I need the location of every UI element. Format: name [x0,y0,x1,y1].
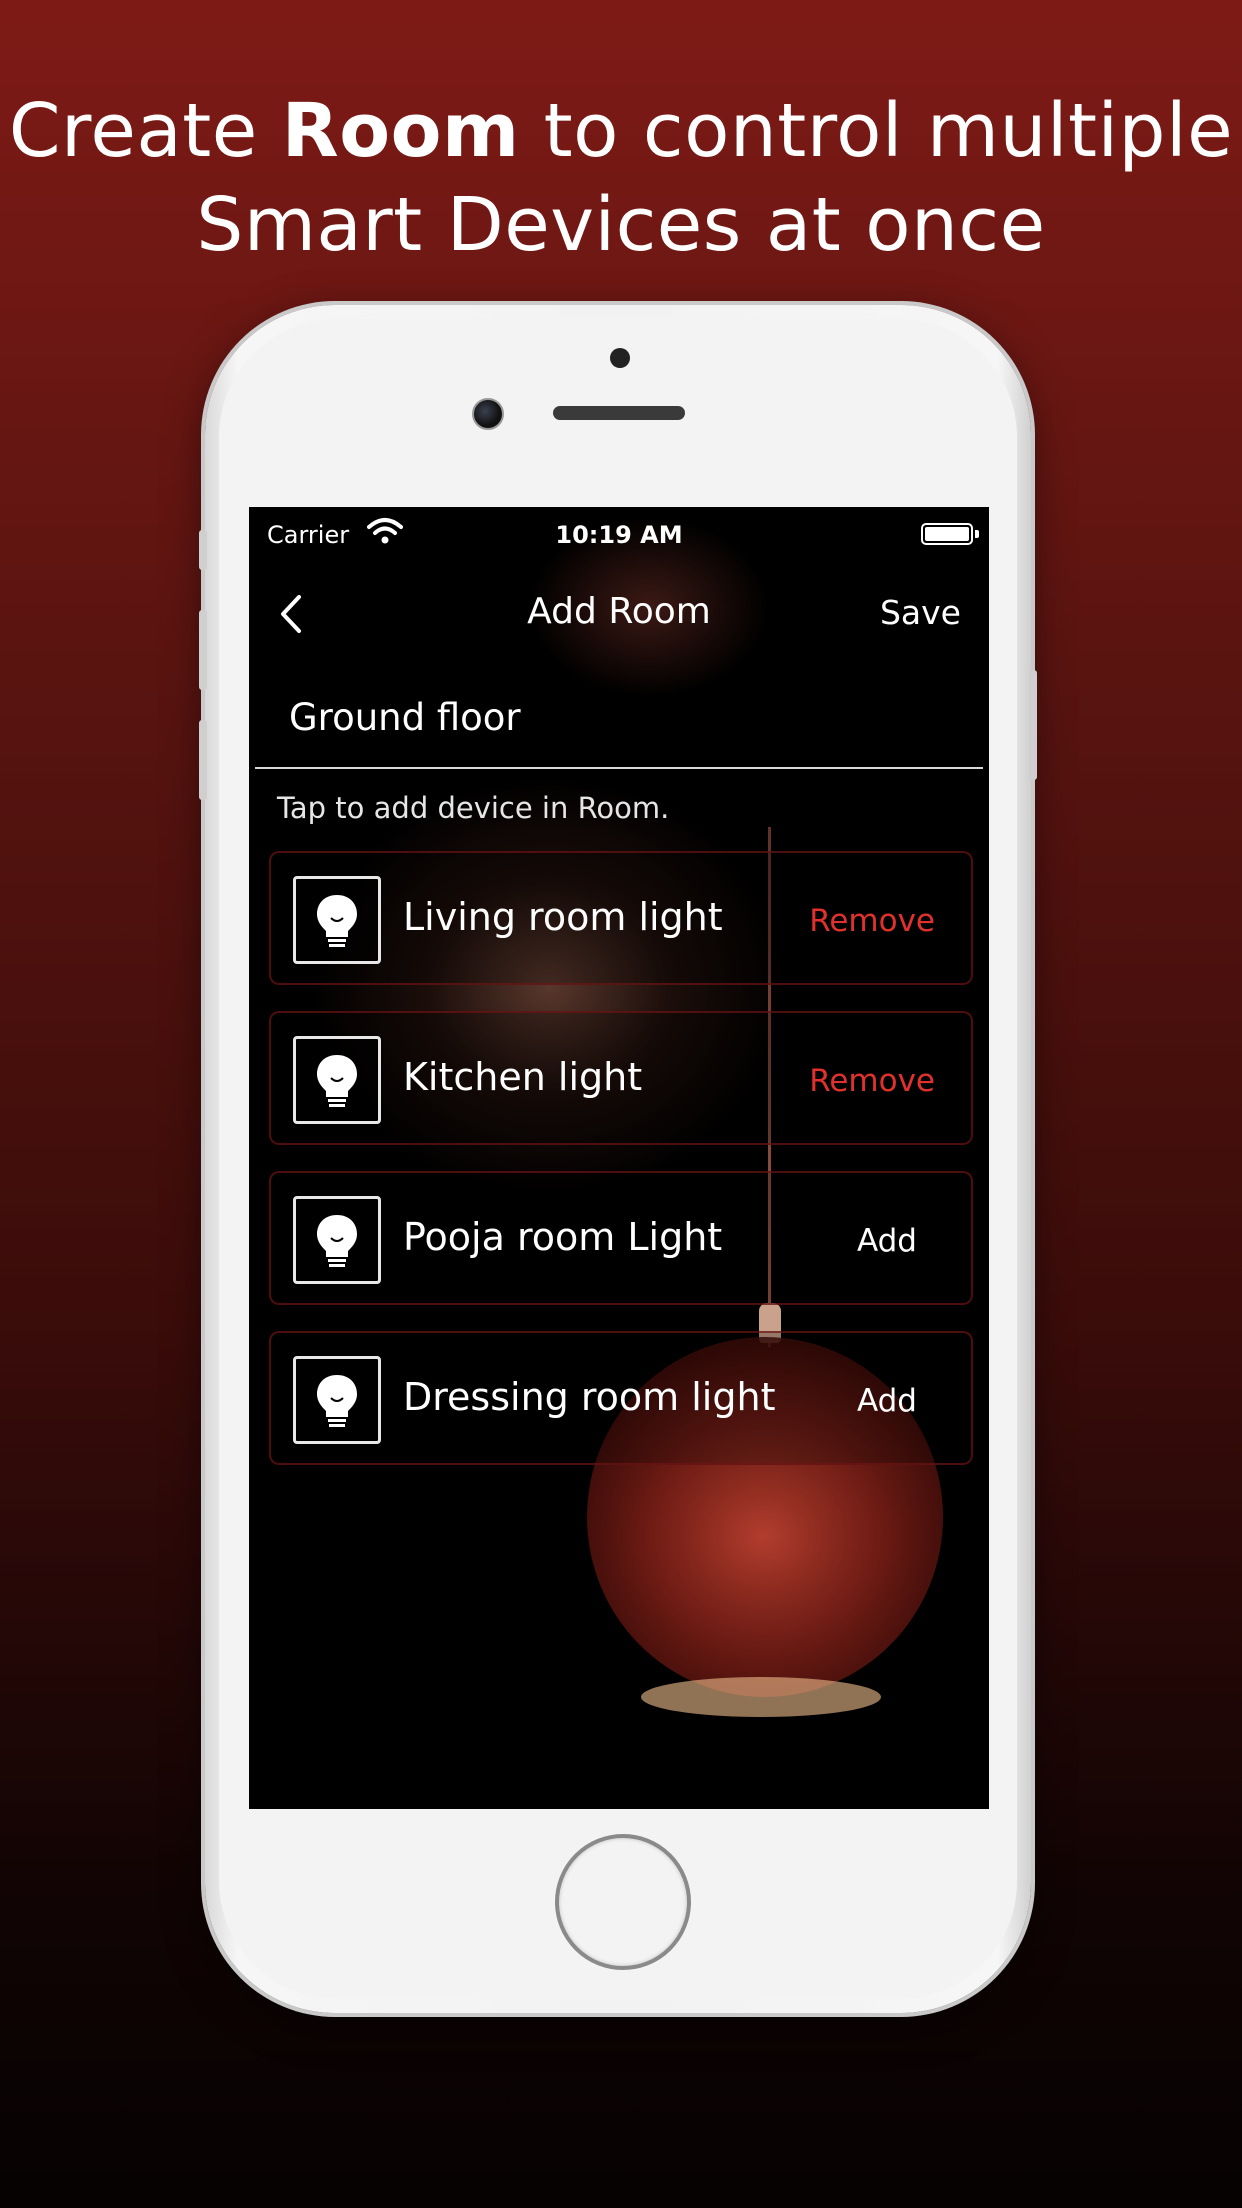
power-button [1029,670,1037,780]
device-row-pooja-room-light[interactable]: Pooja room Light Add [269,1171,973,1305]
room-name-field [255,677,983,769]
volume-button [199,610,207,690]
lightbulb-icon [293,1356,381,1444]
lightbulb-icon [293,1196,381,1284]
headline-text: Create [8,88,282,174]
navigation-bar: Add Room Save [249,567,989,657]
room-name-input[interactable] [289,687,949,747]
device-row-living-room-light[interactable]: Living room light Remove [269,851,973,985]
battery-icon [921,523,973,545]
home-button[interactable] [555,1834,691,1970]
earpiece-speaker [553,406,685,420]
headline-line-1: Create Room to control multiple [0,84,1242,178]
device-list: Living room light Remove Kitchen light R… [269,851,973,1491]
front-camera [472,398,504,430]
page-title: Add Room [527,591,711,632]
remove-button[interactable]: Remove [809,1063,935,1099]
lightbulb-icon [293,1036,381,1124]
device-row-dressing-room-light[interactable]: Dressing room light Add [269,1331,973,1465]
device-row-kitchen-light[interactable]: Kitchen light Remove [269,1011,973,1145]
instruction-text: Tap to add device in Room. [277,791,670,825]
save-button[interactable]: Save [880,593,961,632]
remove-button[interactable]: Remove [809,903,935,939]
battery-tip [975,530,979,538]
lightbulb-icon [293,876,381,964]
add-button[interactable]: Add [857,1223,917,1259]
headline-emphasis: Room [281,88,520,174]
device-name: Dressing room light [403,1375,776,1419]
app-screen: Carrier 10:19 AM Add Room Save Tap to ad… [249,507,989,1809]
add-button[interactable]: Add [857,1383,917,1419]
device-name: Kitchen light [403,1055,643,1099]
device-name: Living room light [403,895,723,939]
status-time: 10:19 AM [555,521,683,549]
lamp-glow [641,1677,881,1717]
volume-button [199,530,207,570]
headline-text: to control multiple [519,88,1234,174]
device-name: Pooja room Light [403,1215,723,1259]
status-bar: Carrier 10:19 AM [249,507,989,557]
headline-line-2: Smart Devices at once [196,182,1046,268]
promo-headline: Create Room to control multiple Smart De… [0,84,1242,272]
volume-button [199,720,207,800]
proximity-sensor [610,348,630,368]
